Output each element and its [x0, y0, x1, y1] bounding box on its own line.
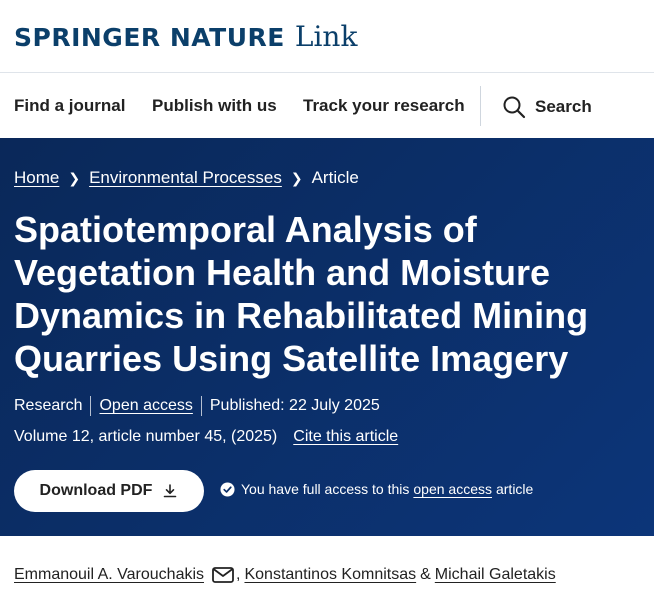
mail-icon[interactable]: [212, 567, 234, 583]
search-button[interactable]: Search: [502, 94, 592, 120]
breadcrumb-home[interactable]: Home: [14, 168, 59, 188]
meta-divider: [200, 396, 202, 416]
volume-info: Volume 12, article number 45, (2025): [14, 428, 278, 445]
nav-track-research[interactable]: Track your research: [303, 96, 465, 116]
nav-publish-with-us[interactable]: Publish with us: [152, 96, 277, 116]
breadcrumb-current: Article: [311, 168, 359, 187]
author-link[interactable]: Konstantinos Komnitsas: [244, 566, 416, 584]
author-link[interactable]: Michail Galetakis: [435, 566, 556, 584]
article-title: Spatiotemporal Analysis of Vegetation He…: [14, 209, 589, 379]
article-header: Home ❯ Environmental Processes ❯ Article…: [0, 138, 654, 536]
article-citation-info: Volume 12, article number 45, (2025) Cit…: [14, 428, 398, 446]
access-prefix: You have full access to this: [241, 481, 410, 497]
check-circle-icon: [220, 481, 235, 497]
download-pdf-label: Download PDF: [39, 482, 153, 499]
chevron-right-icon: ❯: [68, 169, 81, 186]
author-link[interactable]: Emmanouil A. Varouchakis: [14, 566, 204, 584]
download-pdf-button[interactable]: Download PDF: [14, 470, 204, 512]
download-icon: [164, 484, 177, 498]
meta-divider: [90, 396, 92, 416]
article-meta: Research Open access Published: 22 July …: [14, 396, 380, 416]
breadcrumb: Home ❯ Environmental Processes ❯ Article: [14, 168, 359, 188]
nav-divider: [480, 86, 481, 126]
brand-name: SPRINGER NATURE: [14, 23, 285, 52]
access-open-access-link[interactable]: open access: [413, 481, 492, 497]
breadcrumb-journal[interactable]: Environmental Processes: [89, 168, 282, 188]
article-type: Research: [14, 397, 83, 414]
chevron-right-icon: ❯: [290, 169, 303, 186]
search-label: Search: [535, 97, 592, 116]
cite-article-link[interactable]: Cite this article: [293, 428, 398, 446]
author-ampersand: &: [420, 566, 431, 583]
author-separator: ,: [236, 566, 241, 583]
full-access-notice: You have full access to this open access…: [220, 481, 533, 497]
brand-product: Link: [294, 20, 358, 53]
main-navigation: Find a journal Publish with us Track you…: [0, 74, 654, 138]
published-date: Published: 22 July 2025: [209, 397, 380, 414]
site-header: SPRINGER NATURE Link: [0, 0, 654, 73]
search-icon: [503, 96, 526, 119]
springer-nature-link-logo[interactable]: SPRINGER NATURE Link: [14, 20, 357, 54]
nav-find-journal[interactable]: Find a journal: [14, 96, 125, 116]
access-suffix: article: [495, 481, 534, 497]
author-list: Emmanouil A. Varouchakis , Konstantinos …: [14, 566, 556, 584]
open-access-link[interactable]: Open access: [99, 397, 192, 415]
